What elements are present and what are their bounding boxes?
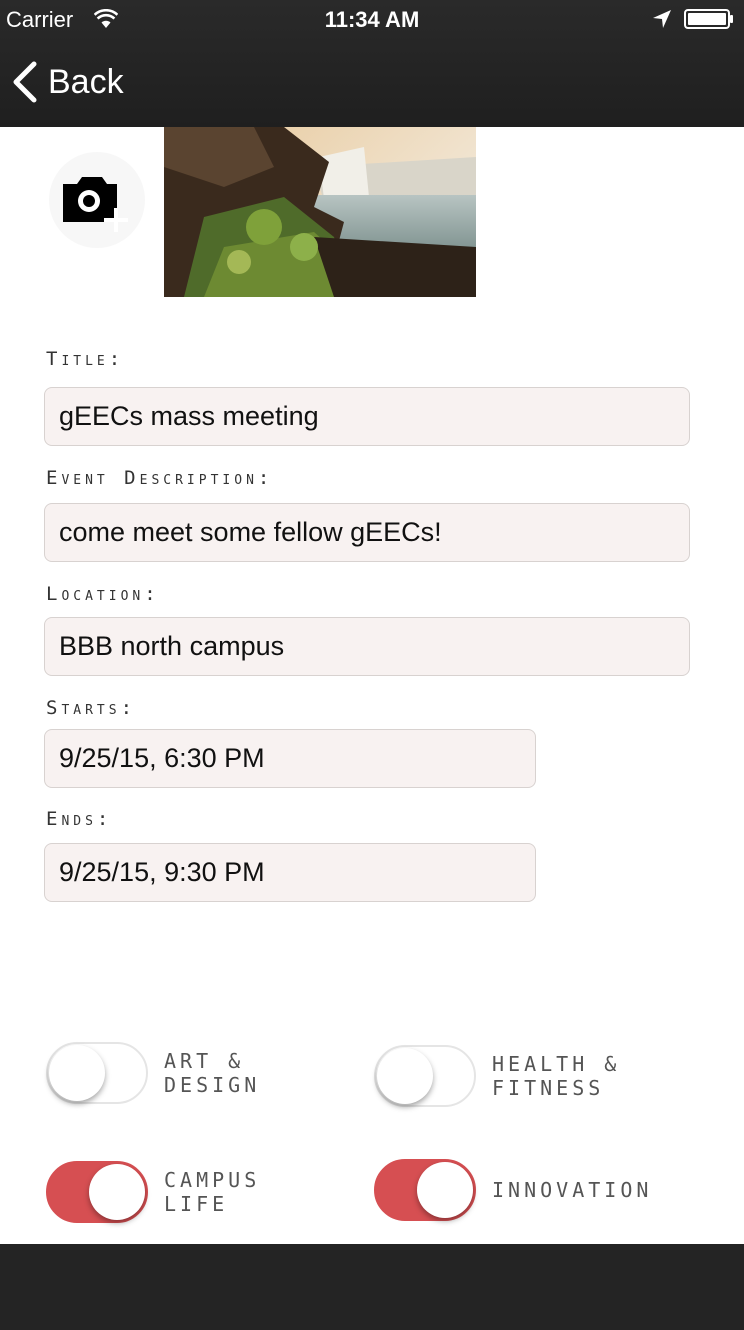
chevron-left-icon: [13, 61, 37, 103]
innovation-switch[interactable]: [374, 1159, 476, 1221]
location-label: Location:: [46, 583, 160, 605]
back-button[interactable]: Back: [10, 56, 124, 108]
add-photo-button[interactable]: [49, 152, 145, 248]
switch-knob: [89, 1164, 145, 1220]
switch-knob: [417, 1162, 473, 1218]
toggle-art-design[interactable]: ART & DESIGN: [46, 1042, 260, 1104]
innovation-label: INNOVATION: [492, 1178, 653, 1202]
campus-life-switch[interactable]: [46, 1161, 148, 1223]
toggle-campus-life[interactable]: CAMPUS LIFE: [46, 1161, 260, 1223]
switch-knob: [49, 1045, 105, 1101]
ends-field[interactable]: 9/25/15, 9:30 PM: [44, 843, 536, 902]
switch-knob: [377, 1048, 433, 1104]
starts-field[interactable]: 9/25/15, 6:30 PM: [44, 729, 536, 788]
description-field[interactable]: come meet some fellow gEECs!: [44, 503, 690, 562]
art-design-switch[interactable]: [46, 1042, 148, 1104]
location-field[interactable]: BBB north campus: [44, 617, 690, 676]
toggle-innovation[interactable]: INNOVATION: [374, 1159, 652, 1221]
campus-life-label: CAMPUS LIFE: [164, 1168, 261, 1216]
description-label: Event Description:: [46, 467, 274, 489]
status-time: 11:34 AM: [324, 7, 420, 32]
toggle-health-fitness[interactable]: HEALTH & FITNESS: [374, 1045, 620, 1107]
health-fitness-switch[interactable]: [374, 1045, 476, 1107]
back-label: Back: [48, 62, 124, 101]
health-fitness-label: HEALTH & FITNESS: [492, 1052, 621, 1100]
location-arrow-icon: [652, 9, 672, 29]
bottom-bar: [0, 1244, 744, 1330]
event-photo[interactable]: [164, 127, 476, 297]
title-label: Title:: [46, 348, 125, 370]
battery-icon: [684, 9, 734, 29]
art-design-label: ART & DESIGN: [164, 1049, 261, 1097]
camera-add-icon: [63, 177, 128, 232]
title-field[interactable]: gEECs mass meeting: [44, 387, 690, 446]
starts-label: Starts:: [46, 697, 137, 719]
ends-label: Ends:: [46, 808, 113, 830]
navigation-bar: Carrier 11:34 AM Back: [0, 0, 744, 127]
status-bar: Carrier 11:34 AM: [0, 0, 744, 40]
